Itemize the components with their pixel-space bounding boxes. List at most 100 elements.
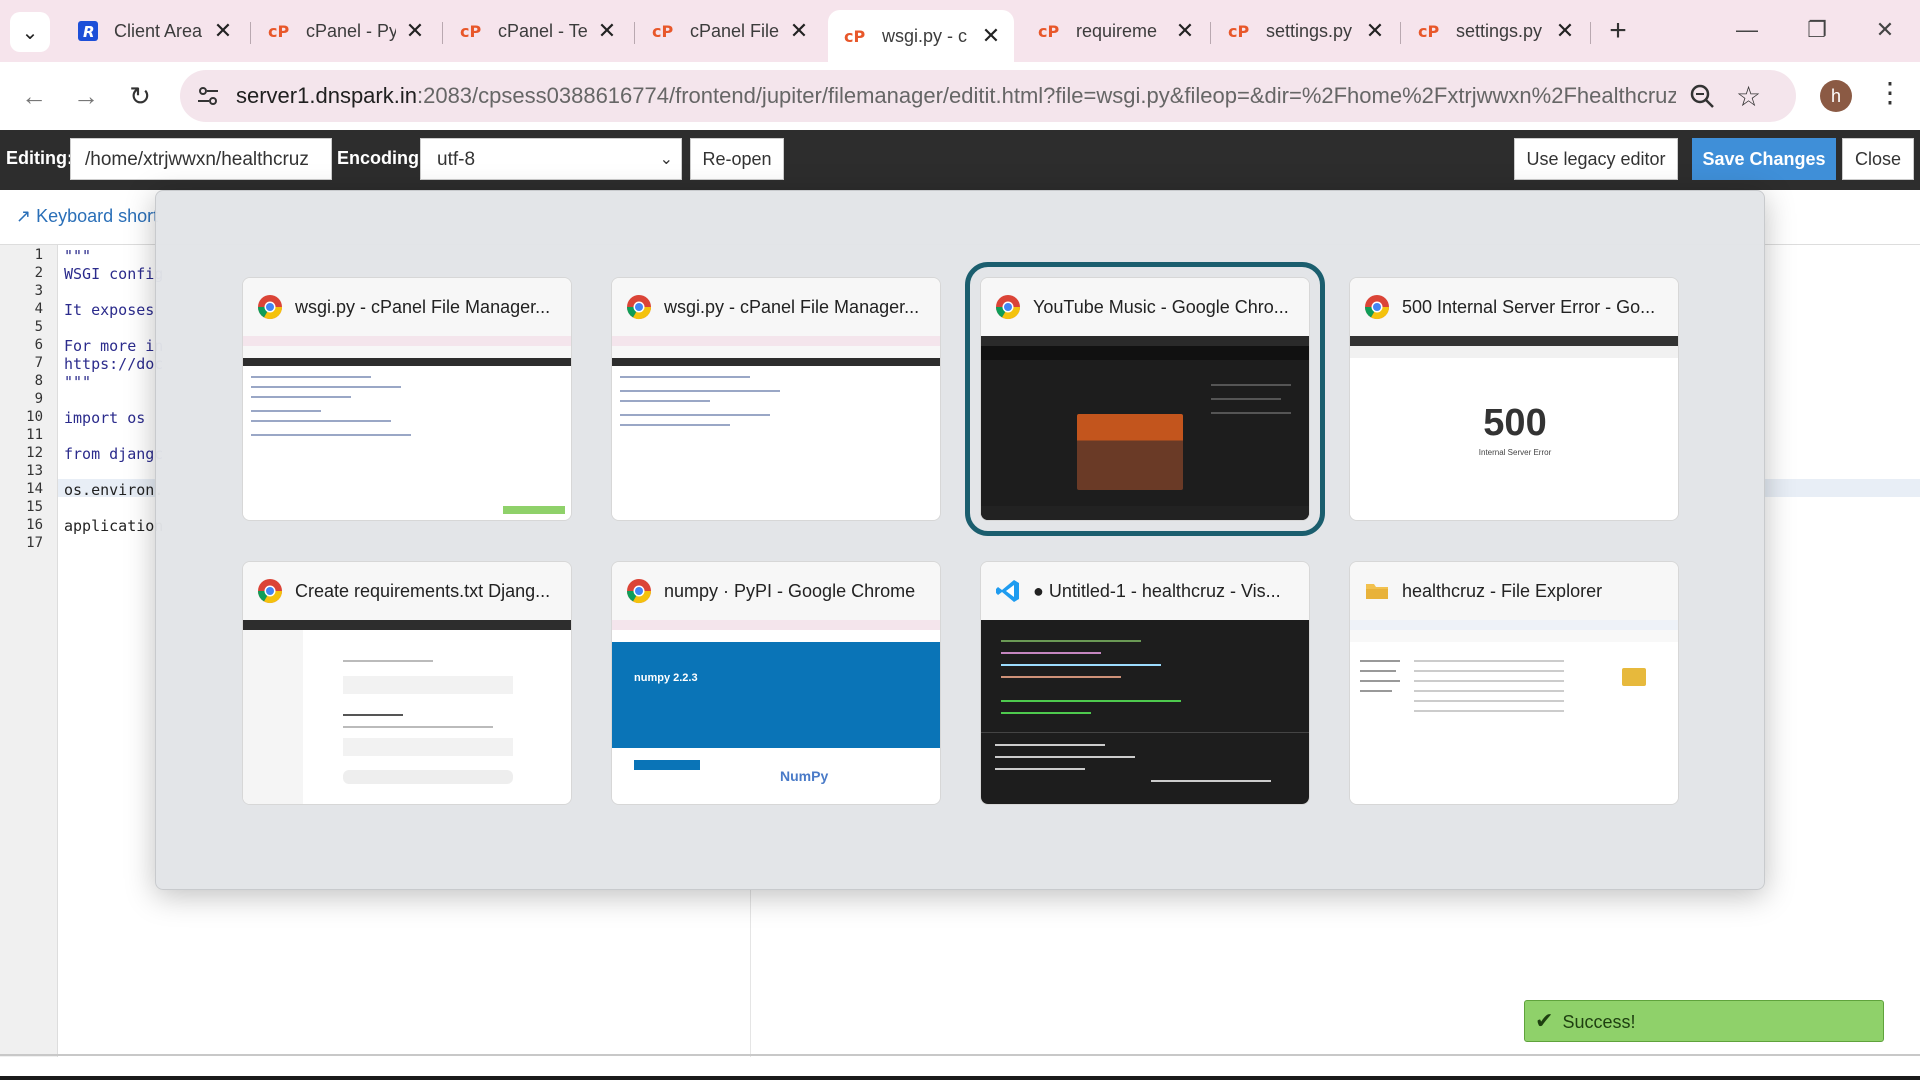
chrome-icon <box>627 295 651 320</box>
reopen-button[interactable]: Re-open <box>690 138 784 180</box>
tab-cpanel-python[interactable]: cP cPanel - Py ✕ <box>252 10 438 52</box>
site-info-icon[interactable] <box>194 82 222 110</box>
line-number: 13 <box>26 463 43 479</box>
window-thumbnail <box>243 336 571 520</box>
tab-search-button[interactable]: ⌄ <box>10 12 50 52</box>
code-line: WSGI config <box>64 265 164 283</box>
line-number: 10 <box>26 409 43 425</box>
tab-settings-1[interactable]: cP settings.py ✕ <box>1212 10 1398 52</box>
numpy-logo: NumPy <box>780 768 829 784</box>
tab-cpanel-file[interactable]: cP cPanel File ✕ <box>636 10 822 52</box>
file-path-field[interactable]: /home/xtrjwwxn/healthcruz <box>70 138 332 180</box>
switcher-window-title: 500 Internal Server Error - Go... <box>1402 296 1656 317</box>
chrome-icon <box>996 295 1020 320</box>
close-icon[interactable]: ✕ <box>1364 18 1386 44</box>
switcher-window-title: wsgi.py - cPanel File Manager... <box>664 296 920 317</box>
tab-settings-2[interactable]: cP settings.py ✕ <box>1402 10 1588 52</box>
window-thumbnail: numpy 2.2.3 NumPy <box>612 620 940 804</box>
cpanel-icon: cP <box>652 22 673 41</box>
url-host: server1.dnspark.in <box>236 83 417 108</box>
tab-wsgi-active[interactable]: cP wsgi.py - c ✕ <box>828 10 1014 62</box>
editing-label: Editing: <box>6 148 73 168</box>
tab-cpanel-terminal[interactable]: cP cPanel - Te ✕ <box>444 10 630 52</box>
switcher-window-chatgpt[interactable]: Create requirements.txt Djang... <box>242 561 572 805</box>
minimize-icon[interactable]: — <box>1722 12 1772 48</box>
rocket-r-icon: R <box>78 21 98 41</box>
window-close-icon[interactable]: ✕ <box>1860 12 1910 48</box>
new-tab-button[interactable]: + <box>1600 14 1636 50</box>
line-number: 5 <box>34 319 43 335</box>
reload-icon[interactable]: ↻ <box>122 78 158 114</box>
tab-requirements[interactable]: cP requireme ✕ <box>1022 10 1208 52</box>
close-icon[interactable]: ✕ <box>1174 18 1196 44</box>
window-thumbnail <box>612 336 940 520</box>
switcher-window-vscode[interactable]: ● Untitled-1 - healthcruz - Vis... <box>980 561 1310 805</box>
keyboard-shortcuts-link[interactable]: ↗ Keyboard short <box>16 206 158 227</box>
close-icon[interactable]: ✕ <box>788 18 810 44</box>
window-thumbnail <box>981 620 1309 804</box>
url-text[interactable]: server1.dnspark.in:2083/cpsess0388616774… <box>236 83 1676 109</box>
code-line: """ <box>64 247 92 265</box>
avatar[interactable]: h <box>1820 80 1852 112</box>
line-number: 11 <box>26 427 43 443</box>
svg-text:cP: cP <box>268 22 289 41</box>
cpanel-icon: cP <box>1228 22 1249 41</box>
address-bar[interactable]: server1.dnspark.in:2083/cpsess0388616774… <box>180 70 1796 122</box>
switcher-window-title: numpy · PyPI - Google Chrome <box>664 580 916 601</box>
tab-title: settings.py <box>1456 20 1543 41</box>
error-message: Internal Server Error <box>1478 448 1552 457</box>
cpanel-icon: cP <box>268 22 289 41</box>
line-number: 4 <box>34 301 43 317</box>
line-number: 3 <box>34 283 43 299</box>
switcher-window-title: healthcruz - File Explorer <box>1402 580 1603 601</box>
switcher-window-title: ● Untitled-1 - healthcruz - Vis... <box>1033 580 1281 601</box>
forward-icon[interactable]: → <box>68 78 104 114</box>
code-line: import os <box>64 409 146 427</box>
line-gutter: 1 2 3 4 5 6 7 8 9 10 11 12 13 14 15 16 1… <box>0 245 58 1057</box>
editor-bottom-border <box>0 1054 1920 1056</box>
line-number: 1 <box>34 247 43 263</box>
close-icon[interactable]: ✕ <box>980 23 1002 49</box>
switcher-window-numpy[interactable]: numpy · PyPI - Google Chrome numpy 2.2.3… <box>611 561 941 805</box>
close-icon[interactable]: ✕ <box>404 18 426 44</box>
numpy-hero <box>612 642 940 748</box>
tab-title: requireme <box>1076 20 1158 41</box>
code-line: For more in <box>64 337 164 355</box>
code-line: os.environ. <box>64 481 164 499</box>
line-number: 16 <box>26 517 43 533</box>
save-changes-button[interactable]: Save Changes <box>1692 138 1836 180</box>
close-icon[interactable]: ✕ <box>212 18 234 44</box>
tab-title: settings.py <box>1266 20 1353 41</box>
cpanel-icon: cP <box>844 27 865 46</box>
chrome-icon <box>258 295 282 320</box>
close-button[interactable]: Close <box>1842 138 1914 180</box>
editor-toolbar: Editing: /home/xtrjwwxn/healthcruz Encod… <box>0 130 1920 190</box>
switcher-window-file-explorer[interactable]: healthcruz - File Explorer <box>1349 561 1679 805</box>
encoding-select[interactable]: utf-8 ⌄ <box>420 138 682 180</box>
switcher-window-wsgi-2[interactable]: wsgi.py - cPanel File Manager... <box>611 277 941 521</box>
window-thumbnail <box>981 336 1309 520</box>
tab-client-area[interactable]: R Client Area ✕ <box>60 10 246 52</box>
switcher-window-title: Create requirements.txt Djang... <box>295 580 551 601</box>
external-link-icon: ↗ <box>16 206 32 226</box>
code-line: https://doc <box>64 355 164 373</box>
tab-title: wsgi.py - c <box>882 25 968 46</box>
bookmark-star-icon[interactable]: ☆ <box>1736 80 1761 113</box>
line-number: 14 <box>26 481 43 497</box>
keyboard-shortcuts-label: Keyboard short <box>36 206 159 226</box>
restore-icon[interactable]: ❐ <box>1792 12 1842 48</box>
close-icon[interactable]: ✕ <box>1554 18 1576 44</box>
close-icon[interactable]: ✕ <box>596 18 618 44</box>
zoom-icon[interactable] <box>1688 82 1716 110</box>
switcher-window-wsgi-1[interactable]: wsgi.py - cPanel File Manager... <box>242 277 572 521</box>
menu-dots-icon[interactable]: ⋮ <box>1876 76 1904 109</box>
window-thumbnail <box>243 620 571 804</box>
checkmark-icon: ✔ <box>1535 1008 1554 1033</box>
switcher-window-500-error[interactable]: 500 Internal Server Error - Go... 500 In… <box>1349 277 1679 521</box>
chevron-down-icon: ⌄ <box>21 21 39 44</box>
code-line: """ <box>64 373 92 391</box>
legacy-editor-button[interactable]: Use legacy editor <box>1514 138 1678 180</box>
back-icon[interactable]: ← <box>16 78 52 114</box>
switcher-window-youtube-music[interactable]: YouTube Music - Google Chro... <box>965 262 1325 536</box>
browser-toolbar: ← → ↻ server1.dnspark.in:2083/cpsess0388… <box>0 62 1920 130</box>
